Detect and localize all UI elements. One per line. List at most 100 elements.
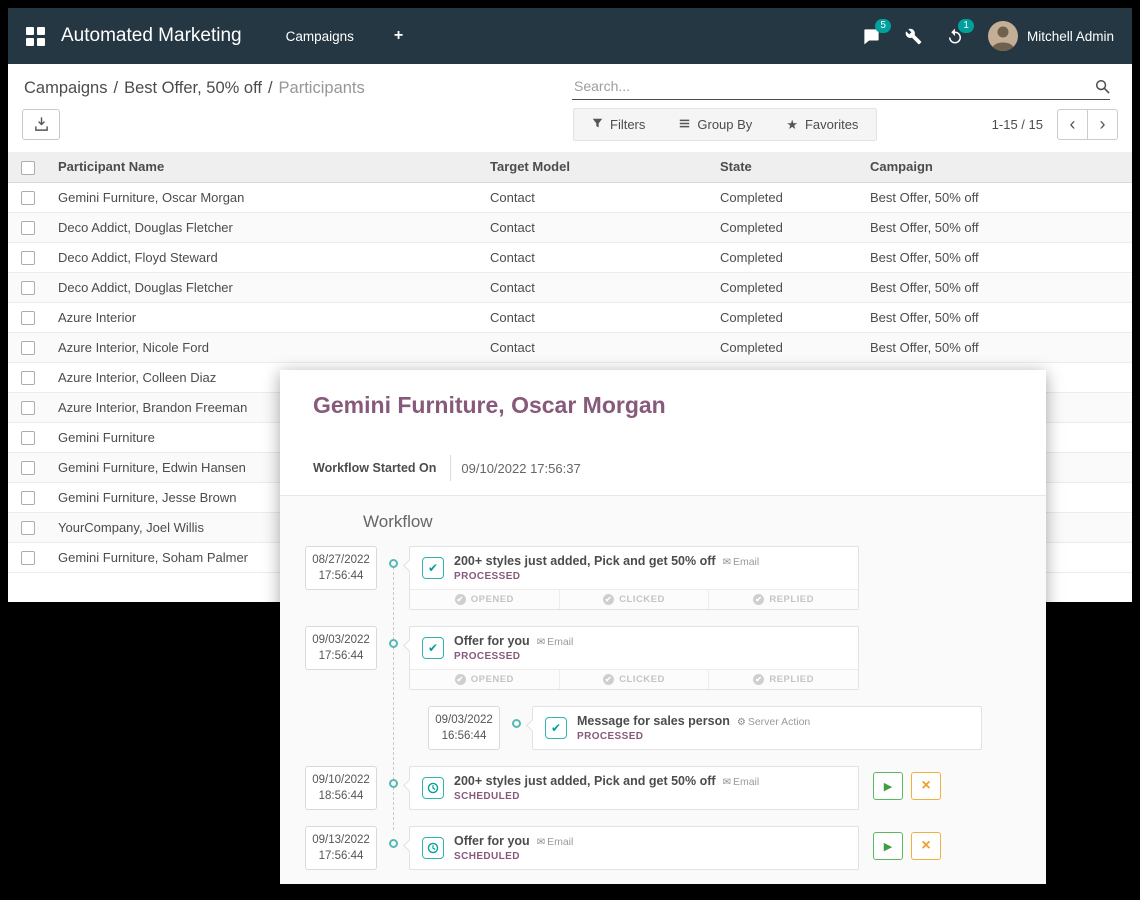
table-row[interactable]: Azure Interior, Nicole FordContactComple… [8, 332, 1132, 362]
cell-campaign: Best Offer, 50% off [860, 272, 1132, 302]
group-by-label: Group By [697, 117, 752, 132]
gear-icon: ⚙ [737, 717, 746, 728]
activity-state: SCHEDULED [454, 791, 846, 802]
row-checkbox[interactable] [21, 461, 35, 475]
cell-participant-name: Deco Addict, Douglas Fletcher [48, 272, 480, 302]
row-checkbox[interactable] [21, 341, 35, 355]
apps-grid-icon[interactable] [26, 27, 45, 46]
cancel-x-icon: × [921, 837, 930, 855]
activities-icon[interactable]: 1 [946, 27, 964, 45]
table-row[interactable]: Deco Addict, Floyd StewardContactComplet… [8, 242, 1132, 272]
workflow-activity: 09/03/202217:56:44 ✔Offer for you✉EmailPR… [305, 626, 1046, 690]
table-row[interactable]: Deco Addict, Douglas FletcherContactComp… [8, 212, 1132, 242]
cancel-activity-button[interactable]: × [911, 832, 941, 860]
envelope-icon: ✉ [537, 837, 545, 848]
search-input[interactable] [572, 77, 1095, 95]
row-checkbox[interactable] [21, 221, 35, 235]
breadcrumb-campaign-name[interactable]: Best Offer, 50% off [124, 79, 262, 97]
row-checkbox-cell [8, 302, 48, 332]
messages-icon[interactable]: 5 [862, 27, 881, 46]
row-checkbox[interactable] [21, 191, 35, 205]
table-row[interactable]: Gemini Furniture, Oscar MorganContactCom… [8, 182, 1132, 212]
envelope-icon: ✉ [537, 637, 545, 648]
activity-card: ✔Offer for you✉EmailPROCESSED✔OPENED✔CLI… [409, 626, 859, 690]
select-all-checkbox[interactable] [21, 161, 35, 175]
row-checkbox-cell [8, 272, 48, 302]
group-by-button[interactable]: Group By [679, 117, 752, 132]
status-replied: ✔REPLIED [708, 670, 858, 689]
envelope-icon: ✉ [723, 557, 731, 568]
cell-target-model: Contact [480, 182, 710, 212]
row-checkbox[interactable] [21, 551, 35, 565]
row-checkbox-cell [8, 452, 48, 482]
row-checkbox[interactable] [21, 281, 35, 295]
filters-label: Filters [610, 117, 645, 132]
activity-datetime: 09/03/202217:56:44 [305, 626, 377, 670]
favorites-button[interactable]: ★ Favorites [786, 117, 858, 133]
header-state[interactable]: State [710, 152, 860, 182]
vertical-divider [450, 455, 451, 481]
cell-campaign: Best Offer, 50% off [860, 332, 1132, 362]
control-panel-top: Campaigns/Best Offer, 50% off/Participan… [8, 64, 1132, 100]
row-checkbox[interactable] [21, 311, 35, 325]
activity-datetime: 09/13/202217:56:44 [305, 826, 377, 870]
cell-participant-name: Azure Interior, Nicole Ford [48, 332, 480, 362]
check-circle-icon: ✔ [603, 674, 614, 685]
cell-state: Completed [710, 272, 860, 302]
menu-campaigns[interactable]: Campaigns [286, 29, 354, 44]
check-icon: ✔ [422, 557, 444, 579]
row-checkbox[interactable] [21, 491, 35, 505]
search-box[interactable] [572, 77, 1110, 100]
activity-type: ✉Email [537, 836, 574, 848]
cell-participant-name: Deco Addict, Floyd Steward [48, 242, 480, 272]
table-row[interactable]: Azure InteriorContactCompletedBest Offer… [8, 302, 1132, 332]
export-button[interactable] [22, 109, 60, 140]
cell-target-model: Contact [480, 332, 710, 362]
row-checkbox[interactable] [21, 401, 35, 415]
bars-icon [679, 117, 690, 132]
search-options: Filters Group By ★ Favorites [573, 108, 877, 141]
run-now-button[interactable]: ▶ [873, 772, 903, 800]
cell-target-model: Contact [480, 242, 710, 272]
activity-state: PROCESSED [454, 571, 846, 582]
table-row[interactable]: Deco Addict, Douglas FletcherContactComp… [8, 272, 1132, 302]
row-checkbox[interactable] [21, 431, 35, 445]
play-icon: ▶ [884, 840, 892, 853]
activity-type: ✉Email [723, 776, 760, 788]
row-checkbox-cell [8, 332, 48, 362]
cancel-activity-button[interactable]: × [911, 772, 941, 800]
breadcrumb-campaigns[interactable]: Campaigns [24, 79, 107, 97]
chevron-left-icon: ‹ [1070, 114, 1076, 135]
search-icon[interactable] [1095, 79, 1110, 94]
row-checkbox-cell [8, 242, 48, 272]
header-campaign[interactable]: Campaign [860, 152, 1132, 182]
breadcrumb-current: Participants [279, 79, 365, 97]
activity-state: PROCESSED [577, 731, 969, 742]
header-participant-name[interactable]: Participant Name [48, 152, 480, 182]
breadcrumb: Campaigns/Best Offer, 50% off/Participan… [24, 79, 365, 98]
cell-state: Completed [710, 242, 860, 272]
row-checkbox[interactable] [21, 521, 35, 535]
app-title: Automated Marketing [61, 25, 242, 47]
pager-next-button[interactable]: › [1087, 109, 1118, 140]
clock-icon [422, 777, 444, 799]
check-circle-icon: ✔ [603, 594, 614, 605]
workflow-activity: 09/03/202216:56:44✔Message for sales per… [428, 706, 1046, 750]
navbar-right: 5 1 Mitchell Admin [862, 21, 1114, 51]
activity-datetime: 08/27/202217:56:44 [305, 546, 377, 590]
wrench-icon[interactable] [905, 28, 922, 45]
header-target-model[interactable]: Target Model [480, 152, 710, 182]
envelope-icon: ✉ [723, 777, 731, 788]
pager-prev-button[interactable]: ‹ [1057, 109, 1088, 140]
filters-button[interactable]: Filters [592, 117, 645, 132]
row-checkbox-cell [8, 212, 48, 242]
row-checkbox[interactable] [21, 251, 35, 265]
user-menu[interactable]: Mitchell Admin [988, 21, 1114, 51]
workflow-activity: 09/13/202217:56:44Offer for you✉EmailSCH… [305, 826, 1046, 870]
new-campaign-button[interactable]: + [394, 27, 403, 45]
row-checkbox[interactable] [21, 371, 35, 385]
cell-target-model: Contact [480, 302, 710, 332]
filter-funnel-icon [592, 117, 603, 132]
run-now-button[interactable]: ▶ [873, 832, 903, 860]
control-panel-bottom: Filters Group By ★ Favorites 1-15 / 15 ‹… [8, 100, 1132, 152]
